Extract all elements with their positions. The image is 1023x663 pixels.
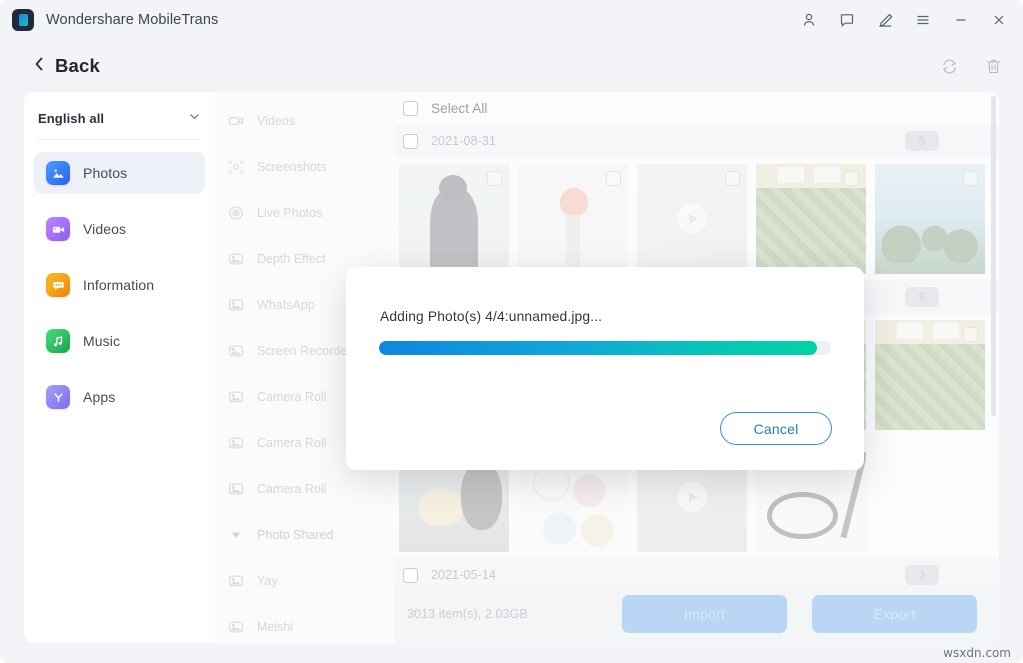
progress-dialog: Adding Photo(s) 4/4:unnamed.jpg... Cance… xyxy=(346,267,864,470)
cancel-button[interactable]: Cancel xyxy=(720,412,832,445)
app-window: Wondershare MobileTrans Back English all… xyxy=(0,0,1023,663)
watermark: wsxdn.com xyxy=(943,646,1011,660)
progress-message: Adding Photo(s) 4/4:unnamed.jpg... xyxy=(380,309,603,324)
progress-bar-track xyxy=(379,341,831,355)
progress-bar-fill xyxy=(379,341,818,355)
